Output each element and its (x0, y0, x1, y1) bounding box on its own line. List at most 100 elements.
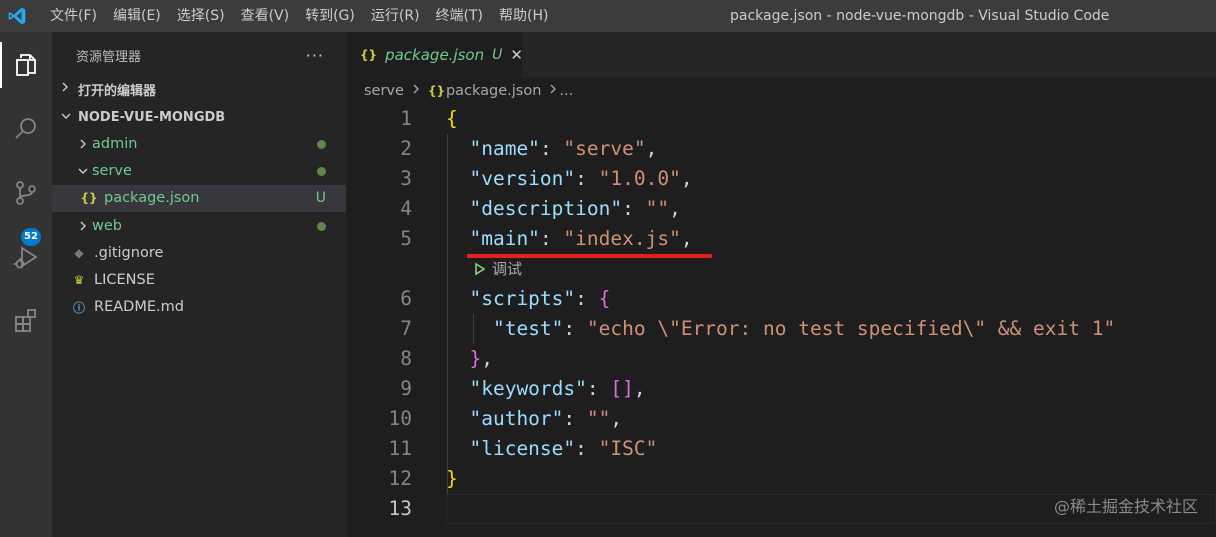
open-editors-section[interactable]: 打开的编辑器 (52, 76, 346, 102)
codelens-debug[interactable]: 调试 (346, 254, 1216, 284)
code-line: 12} (346, 464, 1216, 494)
extensions-icon[interactable] (0, 298, 52, 344)
brace: } (469, 347, 482, 370)
tree-item-gitignore[interactable]: ◆ .gitignore (52, 239, 346, 266)
breadcrumb-folder[interactable]: serve (364, 83, 404, 99)
json-key: "scripts" (469, 287, 576, 310)
line-number: 11 (388, 437, 412, 460)
tree-item-serve[interactable]: serve (52, 157, 346, 184)
chevron-right-icon (60, 81, 78, 97)
line-number: 3 (400, 167, 412, 190)
menu-help[interactable]: 帮助(H) (491, 0, 556, 32)
open-editors-label: 打开的编辑器 (78, 83, 157, 99)
json-value: "index.js" (563, 227, 681, 250)
project-section[interactable]: NODE-VUE-MONGDB (52, 104, 346, 130)
code-line: 11 "license": "ISC" (346, 434, 1216, 464)
window-title: package.json - node-vue-mongdb - Visual … (730, 8, 1110, 24)
line-number: 2 (400, 137, 412, 160)
tree-item-readme[interactable]: ⓘ README.md (52, 294, 346, 321)
source-control-icon[interactable] (0, 170, 52, 216)
tree-item-admin[interactable]: admin (52, 130, 346, 157)
chevron-right-icon (74, 138, 92, 150)
chevron-right-icon (549, 83, 557, 99)
code-line: 10 "author": "", (346, 404, 1216, 434)
code-line: 8 }, (346, 344, 1216, 374)
json-value: "" (586, 407, 611, 430)
tab-label: package.json (385, 46, 485, 64)
code-line: 3 "version": "1.0.0", (346, 164, 1216, 194)
tree-item-label: package.json (104, 190, 200, 207)
more-actions-button[interactable]: ··· (306, 46, 324, 65)
breadcrumb-more[interactable]: ... (559, 83, 573, 99)
sidebar-header: 资源管理器 ··· (52, 32, 346, 78)
menu-file[interactable]: 文件(F) (42, 0, 105, 32)
menu-edit[interactable]: 编辑(E) (105, 0, 169, 32)
menu-terminal[interactable]: 终端(T) (428, 0, 491, 32)
chevron-right-icon (412, 83, 420, 99)
line-number: 12 (388, 467, 412, 490)
line-number: 6 (400, 287, 412, 310)
code-line: 2 "name": "serve", (346, 134, 1216, 164)
code-editor[interactable]: 1{ 2 "name": "serve", 3 "version": "1.0.… (346, 104, 1216, 537)
code-line: 7 "test": "echo \"Error: no test specifi… (346, 314, 1216, 344)
tree-item-label: web (92, 217, 122, 234)
watermark: @稀土掘金技术社区 (1053, 497, 1198, 516)
line-number: 9 (400, 377, 412, 400)
menu-go[interactable]: 转到(G) (297, 0, 363, 32)
brace: { (598, 287, 611, 310)
json-value: "" (645, 197, 670, 220)
json-file-icon: {} (427, 84, 446, 98)
json-value: "serve" (563, 137, 646, 160)
json-key: "author" (469, 407, 564, 430)
search-icon[interactable] (0, 106, 52, 152)
menu-run[interactable]: 运行(R) (363, 0, 428, 32)
json-key: "keywords" (469, 377, 587, 400)
license-file-icon: ♛ (73, 273, 85, 288)
run-debug-icon[interactable] (0, 234, 52, 280)
line-number: 7 (400, 317, 412, 340)
info-file-icon: ⓘ (72, 300, 85, 315)
json-key: "name" (469, 137, 540, 160)
code-line: 1{ (346, 104, 1216, 134)
tree-item-label: README.md (94, 299, 184, 316)
line-number: 1 (400, 107, 412, 130)
close-icon[interactable]: ✕ (510, 46, 523, 64)
activity-bar: 52 (0, 32, 52, 537)
tree-item-package-json[interactable]: {} package.json U (52, 184, 346, 212)
brace: { (446, 107, 458, 130)
tree-item-label: admin (92, 135, 138, 152)
line-number: 10 (388, 407, 412, 430)
code-line: 5 "main": "index.js", (346, 224, 1216, 254)
code-line: 6 "scripts": { (346, 284, 1216, 314)
explorer-icon[interactable] (0, 42, 52, 88)
vscode-logo-icon (2, 0, 32, 32)
json-key: "test" (492, 317, 564, 340)
tree-item-label: .gitignore (94, 244, 164, 261)
line-number: 8 (400, 347, 412, 370)
codelens-label: 调试 (492, 260, 523, 278)
breadcrumb-file[interactable]: package.json (446, 83, 541, 99)
tab-package-json[interactable]: {} package.json U ✕ (346, 32, 523, 78)
menu-selection[interactable]: 选择(S) (169, 0, 233, 32)
modified-dot-icon (317, 221, 326, 231)
breadcrumb: serve {} package.json ... (346, 78, 1216, 104)
menu-view[interactable]: 查看(V) (233, 0, 298, 32)
json-key: "license" (469, 437, 576, 460)
json-value: "ISC" (598, 437, 658, 460)
tree-item-web[interactable]: web (52, 212, 346, 239)
editor-tabs: {} package.json U ✕ (346, 32, 1216, 78)
tree-item-license[interactable]: ♛ LICENSE (52, 266, 346, 293)
project-label: NODE-VUE-MONGDB (78, 109, 226, 125)
line-number: 13 (388, 497, 412, 520)
tree-item-label: serve (92, 162, 132, 179)
git-file-icon: ◆ (74, 245, 84, 260)
json-file-icon: {} (360, 48, 378, 62)
modified-dot-icon (317, 166, 326, 176)
sidebar-title: 资源管理器 (76, 49, 142, 65)
json-file-icon: {} (80, 191, 98, 206)
red-annotation-underline (467, 254, 712, 258)
json-key: "version" (469, 167, 576, 190)
json-value: [] (610, 377, 634, 400)
chevron-down-icon (74, 166, 92, 176)
play-icon (475, 262, 486, 276)
